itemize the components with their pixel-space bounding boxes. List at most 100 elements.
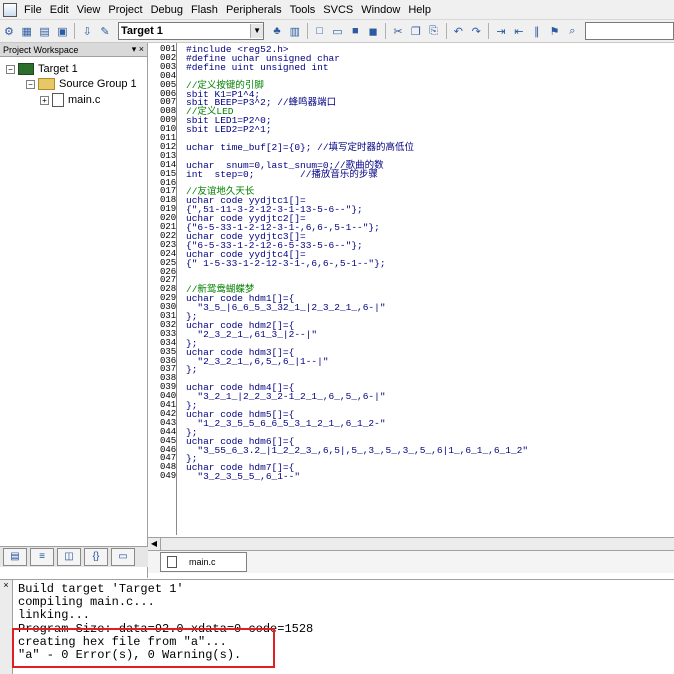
menu-view[interactable]: View	[73, 4, 105, 16]
chevron-down-icon[interactable]: ▼	[250, 24, 264, 38]
open-file-icon[interactable]: ▭	[331, 24, 345, 38]
line-number: 049	[160, 471, 177, 482]
target-select[interactable]: Target 1 ▼	[117, 22, 265, 40]
cut-icon[interactable]: ✂	[391, 24, 405, 38]
paste-icon[interactable]: ⎘	[427, 24, 441, 38]
tab-files-icon[interactable]: ▤	[3, 548, 27, 566]
find-input[interactable]	[585, 22, 674, 40]
code-line: "2_3_2_1_,61_3_|2--|"	[186, 328, 318, 340]
tab-books-icon[interactable]: ◫	[57, 548, 81, 566]
rebuild-icon[interactable]: ▦	[20, 24, 34, 38]
line-number: 005	[160, 79, 177, 90]
code-line: #define uint unsigned int	[186, 61, 329, 73]
toolbar-separator	[385, 23, 387, 39]
undo-icon[interactable]: ↶	[451, 24, 465, 38]
code-line: uchar time_buf[2]={0}; //填写定时器的高低位	[186, 141, 415, 153]
code-line: uchar code hdm3[]={	[186, 346, 295, 358]
project-tree: − Target 1 − Source Group 1 + main.c	[0, 57, 147, 547]
code-line: "3_5_|6_6_5_3_32_1_|2_3_2_1_,6-|"	[186, 302, 386, 314]
app-icon	[3, 2, 17, 17]
code-line: "3_55_6_3.2_|1_2_2_3_,6,5|,5_,3_,5_,3_,5…	[186, 444, 529, 456]
horizontal-scrollbar[interactable]: ◀	[148, 537, 674, 550]
toolbar: ⚙ ▦ ▤ ▣ ⇩ ✎ Target 1 ▼ ♣ ▥ □ ▭ ■ ◼ ✂ ❐ ⎘…	[0, 20, 674, 43]
menu-file[interactable]: File	[20, 4, 46, 16]
code-editor[interactable]: 001 002 003 004 005 006 007 008 009 010 011 012 013 0…	[148, 43, 674, 535]
batch-build-icon[interactable]: ▤	[38, 24, 52, 38]
highlight-box	[12, 628, 275, 668]
workspace-title: Project Workspace	[3, 44, 79, 55]
menu-bar: File Edit View Project Debug Flash Perip…	[0, 0, 674, 20]
close-icon[interactable]: ×	[0, 580, 12, 590]
line-number: 035	[160, 346, 177, 357]
menu-window[interactable]: Window	[357, 4, 404, 16]
comment-icon[interactable]: ∥	[530, 24, 544, 38]
tree-node-group[interactable]: − Source Group 1	[26, 78, 137, 90]
doc-tab-label: main.c	[189, 557, 216, 567]
output-line: linking...	[18, 608, 91, 623]
code-line: "3_2_3_5_5_,6_1--"	[186, 471, 301, 483]
line-number-gutter: 001 002 003 004 005 006 007 008 009 010 011 012 013 0…	[148, 43, 176, 535]
pack-installer-icon[interactable]: ▥	[288, 24, 302, 38]
collapse-icon[interactable]: −	[6, 64, 15, 74]
code-line: "1_2_3_5_5_6_6_5_3_1_2_1_,6_1_2-"	[186, 417, 386, 429]
output-line: Build target 'Target 1'	[18, 582, 184, 596]
target-icon	[18, 63, 34, 75]
document-tabs: main.c	[148, 550, 674, 573]
code-line: "2_3_2_1_,6,5_,6_|1--|"	[186, 355, 329, 367]
scroll-left-icon[interactable]: ◀	[148, 538, 161, 550]
toolbar-separator	[306, 23, 308, 39]
output-line: compiling main.c...	[18, 595, 155, 610]
tab-functions-icon[interactable]: {}	[84, 548, 108, 566]
expand-icon[interactable]: +	[40, 95, 49, 105]
tree-node-file[interactable]: + main.c	[40, 93, 100, 107]
menu-tools[interactable]: Tools	[286, 4, 320, 16]
save-icon[interactable]: ■	[348, 24, 362, 38]
build-icon[interactable]: ⚙	[2, 24, 16, 38]
tab-regs-icon[interactable]: ≡	[30, 548, 54, 566]
tree-label-target: Target 1	[38, 63, 78, 75]
unindent-icon[interactable]: ⇤	[512, 24, 526, 38]
toolbar-separator	[488, 23, 490, 39]
tree-label-file: main.c	[68, 94, 101, 106]
menu-flash[interactable]: Flash	[187, 4, 222, 16]
menu-help[interactable]: Help	[404, 4, 435, 16]
workspace-close-icon[interactable]: ▾ ×	[132, 44, 144, 55]
code-line: {" 1-5-33-1-2-12-3-1-,6,6-,5-1--"};	[186, 257, 386, 269]
tab-templates-icon[interactable]: ▭	[111, 548, 135, 566]
menu-edit[interactable]: Edit	[46, 4, 73, 16]
options-icon[interactable]: ✎	[98, 24, 112, 38]
toolbar-separator	[74, 23, 76, 39]
doc-tab-main-c[interactable]: main.c	[160, 552, 247, 572]
find-in-files-icon[interactable]: ⌕	[565, 24, 579, 38]
menu-project[interactable]: Project	[104, 4, 146, 16]
c-file-icon	[167, 556, 177, 568]
line-number: 045	[160, 435, 177, 446]
line-number: 025	[160, 257, 177, 268]
c-file-icon	[52, 93, 64, 107]
workspace-tabs: ▤ ≡ ◫ {} ▭	[0, 546, 150, 567]
manage-components-icon[interactable]: ♣	[270, 24, 284, 38]
code-line: };	[186, 364, 198, 376]
menu-svcs[interactable]: SVCS	[319, 4, 357, 16]
tree-label-group: Source Group 1	[59, 78, 137, 90]
code-line: sbit LED2=P2^1;	[186, 124, 272, 136]
copy-icon[interactable]: ❐	[409, 24, 423, 38]
tree-node-target[interactable]: − Target 1	[6, 63, 78, 75]
indent-icon[interactable]: ⇥	[494, 24, 508, 38]
bookmark-icon[interactable]: ⚑	[548, 24, 562, 38]
stop-build-icon[interactable]: ▣	[55, 24, 69, 38]
save-all-icon[interactable]: ◼	[366, 24, 380, 38]
menu-debug[interactable]: Debug	[147, 4, 187, 16]
fold-column	[176, 43, 183, 535]
line-number: 015	[160, 168, 177, 179]
target-select-value: Target 1	[120, 25, 163, 37]
download-icon[interactable]: ⇩	[80, 24, 94, 38]
folder-icon	[38, 78, 55, 90]
menu-peripherals[interactable]: Peripherals	[222, 4, 286, 16]
new-file-icon[interactable]: □	[313, 24, 327, 38]
redo-icon[interactable]: ↷	[469, 24, 483, 38]
toolbar-separator	[445, 23, 447, 39]
collapse-icon[interactable]: −	[26, 79, 35, 89]
code-line: //定义按键的引脚	[186, 79, 264, 91]
code-line: int step=0; //播放音乐的步骤	[186, 168, 378, 180]
